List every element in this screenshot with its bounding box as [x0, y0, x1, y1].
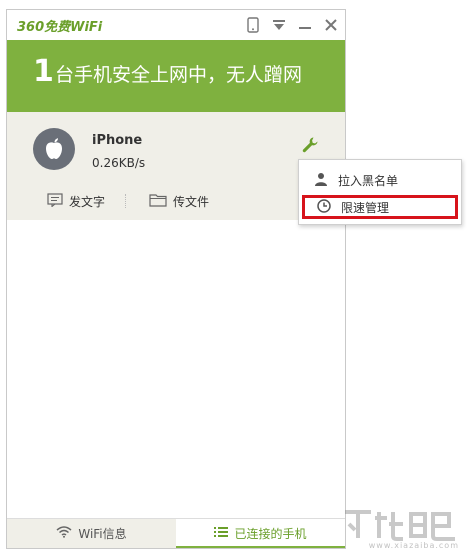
- minimize-icon[interactable]: [297, 17, 313, 33]
- phone-icon[interactable]: [245, 17, 261, 33]
- menu-item-blacklist[interactable]: 拉入黑名单: [302, 168, 458, 192]
- wrench-icon[interactable]: [301, 136, 319, 154]
- window-controls: [245, 15, 339, 35]
- title-bar[interactable]: 360免费WiFi: [7, 10, 345, 40]
- menu-item-blacklist-label: 拉入黑名单: [338, 173, 399, 188]
- device-actions: 发文字 传文件: [7, 190, 345, 214]
- tab-connected-phones-label: 已连接的手机: [234, 527, 307, 541]
- tab-wifi-info-label: WiFi信息: [78, 527, 127, 541]
- watermark-url: www.xiazaiba.com: [368, 541, 459, 550]
- device-card: iPhone 0.26KB/s 发文字 传文件: [7, 112, 345, 220]
- menu-item-speed-limit-label: 限速管理: [341, 200, 390, 215]
- message-icon: [47, 192, 63, 210]
- status-header: 1 台手机安全上网中，无人蹭网: [7, 40, 345, 112]
- wifi-icon: [56, 526, 72, 541]
- menu-item-speed-limit[interactable]: 限速管理: [302, 195, 458, 219]
- send-file-button[interactable]: 传文件: [149, 190, 209, 212]
- tab-wifi-info[interactable]: WiFi信息: [7, 519, 176, 548]
- device-context-menu: 拉入黑名单 限速管理: [298, 159, 462, 225]
- device-speed: 0.26KB/s: [92, 156, 146, 170]
- apple-icon: [33, 128, 75, 170]
- clock-icon: [317, 198, 331, 216]
- action-divider: [125, 194, 126, 208]
- user-icon: [314, 172, 328, 189]
- bottom-tabs: WiFi信息 已连接的手机: [7, 518, 345, 548]
- send-file-label: 传文件: [173, 194, 210, 209]
- send-text-label: 发文字: [69, 194, 106, 209]
- device-name: iPhone: [92, 133, 143, 148]
- site-watermark-logo: www.xiazaiba.com: [341, 506, 461, 550]
- wifi-app-window: 360免费WiFi 1 台手机安全上网中，无人蹭网 iPhone 0.26KB/…: [6, 9, 346, 549]
- app-logo: 360免费WiFi: [17, 20, 103, 35]
- status-message: 台手机安全上网中，无人蹭网: [55, 64, 303, 86]
- send-text-button[interactable]: 发文字: [47, 190, 105, 212]
- list-icon: [214, 526, 229, 541]
- folder-icon: [149, 193, 167, 210]
- dropdown-menu-icon[interactable]: [271, 17, 287, 33]
- connected-count: 1: [33, 54, 54, 89]
- close-icon[interactable]: [323, 17, 339, 33]
- tab-connected-phones[interactable]: 已连接的手机: [176, 519, 345, 548]
